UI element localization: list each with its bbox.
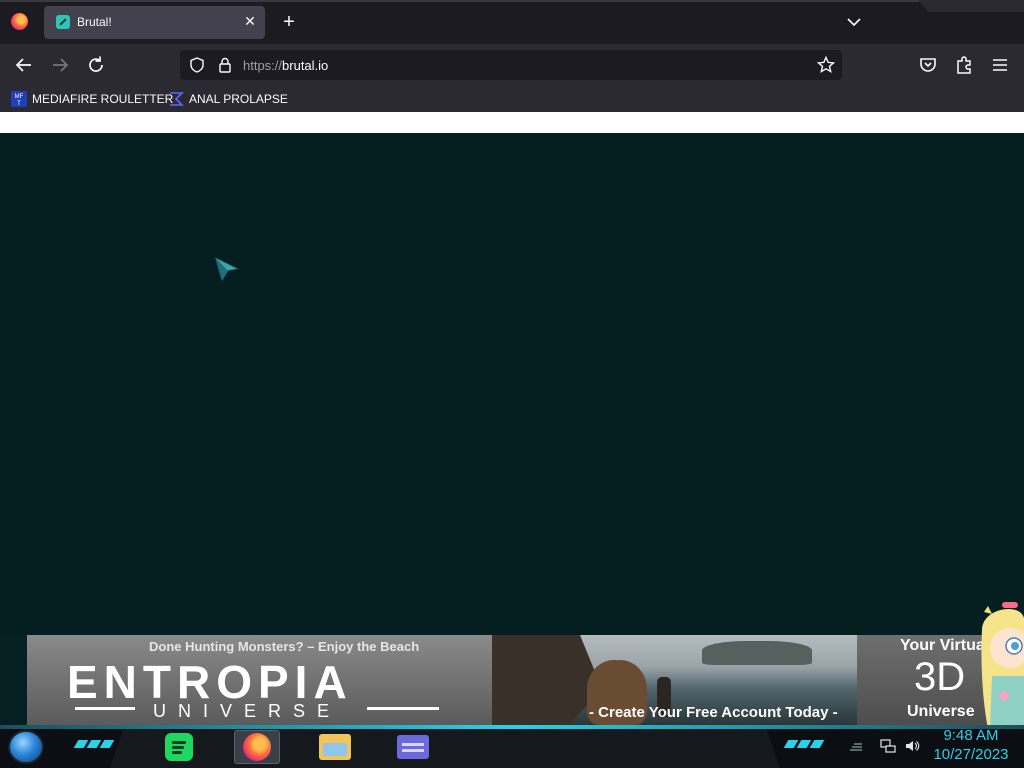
firefox-menu-icon[interactable] (11, 13, 28, 30)
bookmark-star-icon[interactable] (816, 55, 836, 75)
taskbar-chevrons-left (73, 740, 115, 750)
pocket-icon (920, 58, 936, 72)
file-explorer-icon (319, 734, 351, 760)
reload-icon (89, 56, 103, 72)
list-all-tabs-button[interactable] (844, 12, 864, 32)
window-top-border (0, 0, 1024, 2)
url-host: brutal.io (282, 58, 329, 73)
entropia-ad-banner[interactable]: Done Hunting Monsters? – Enjoy the Beach… (27, 635, 997, 725)
ad-rock-shape (492, 635, 602, 725)
volume-icon[interactable] (904, 738, 920, 754)
spotify-icon (165, 733, 193, 761)
url-scheme: https:// (243, 58, 283, 73)
taskbar-app-card[interactable] (390, 730, 436, 764)
forward-button[interactable] (48, 53, 72, 77)
page-top-bar (0, 112, 1024, 133)
taskbar-accent-strip (0, 725, 1024, 729)
tab-favicon-icon (56, 15, 70, 29)
taskbar-chevrons-right (783, 740, 825, 750)
svg-text:T: T (17, 101, 21, 107)
ad-cta-text: - Create Your Free Account Today - (589, 704, 838, 721)
mediafire-icon: MFT (11, 91, 27, 107)
tab-brutal[interactable]: Brutal! ✕ (44, 6, 265, 39)
ad-tagline: Done Hunting Monsters? – Enjoy the Beach (149, 639, 420, 654)
taskbar-app-spotify[interactable] (156, 730, 202, 764)
tab-strip: Brutal! ✕ + (0, 0, 1024, 44)
svg-text:MF: MF (15, 94, 24, 100)
forward-arrow-icon (53, 58, 69, 72)
reload-button[interactable] (84, 53, 108, 77)
card-app-icon (397, 735, 429, 759)
bookmark-second[interactable]: ANAL PROLAPSE (168, 89, 288, 109)
bookmarks-toolbar: MF T MEDIAFIRE ROULETTER ANAL PROLAPSE (0, 86, 1024, 112)
pocket-button[interactable] (916, 53, 940, 77)
ad-brand-bar-left (75, 707, 135, 710)
taskbar (0, 725, 1024, 768)
url-text[interactable]: https://brutal.io (243, 58, 328, 73)
clock-time: 9:48 AM (943, 727, 999, 744)
bookmark-label: MEDIAFIRE ROULETTER (32, 92, 174, 106)
site-lock-icon[interactable] (216, 56, 234, 74)
tab-title: Brutal! (77, 15, 112, 29)
taskbar-dock (110, 729, 780, 768)
screen: Brutal! ✕ + https://brutal.io MF T MEDIA… (0, 0, 1024, 768)
bookmark-mediafire-rouletter[interactable]: MF T MEDIAFIRE ROULETTER (11, 89, 173, 109)
ad-right-line3: Universe (907, 703, 975, 720)
url-bar[interactable]: https://brutal.io (180, 50, 842, 80)
puzzle-piece-icon (957, 56, 971, 74)
ad-brand-bar-right (367, 707, 439, 710)
clock-date: 10/27/2023 (933, 746, 1009, 763)
taskbar-app-file-explorer[interactable] (312, 730, 358, 764)
hamburger-menu-icon (993, 59, 1007, 71)
window-decoration (918, 0, 1024, 12)
firefox-icon (243, 733, 271, 761)
tray-overflow-icon[interactable] (848, 738, 864, 754)
back-arrow-icon (15, 58, 31, 72)
ad-right-line2: 3D (914, 655, 966, 699)
player-ship-icon (214, 256, 241, 283)
desktop-mascot-character[interactable] (978, 600, 1024, 728)
network-icon[interactable] (880, 738, 896, 754)
bookmark-label: ANAL PROLAPSE (189, 92, 288, 106)
ad-island-shape (702, 641, 812, 665)
sigma-icon (170, 92, 184, 106)
app-menu-button[interactable] (988, 53, 1012, 77)
ad-right-line1: Your Virtual (900, 637, 990, 654)
back-button[interactable] (12, 53, 36, 77)
start-button[interactable] (8, 730, 44, 764)
tracking-protection-shield-icon[interactable] (188, 56, 206, 74)
extensions-button[interactable] (952, 53, 976, 77)
navigation-toolbar: https://brutal.io (0, 44, 1024, 86)
tab-close-icon[interactable]: ✕ (241, 12, 259, 30)
taskbar-clock[interactable]: 9:48 AM 10/27/2023 (926, 727, 1016, 765)
new-tab-button[interactable]: + (278, 11, 300, 33)
taskbar-app-firefox[interactable] (234, 730, 280, 764)
game-canvas[interactable] (0, 133, 1024, 635)
ad-brand-subtitle: UNIVERSE (153, 701, 342, 721)
